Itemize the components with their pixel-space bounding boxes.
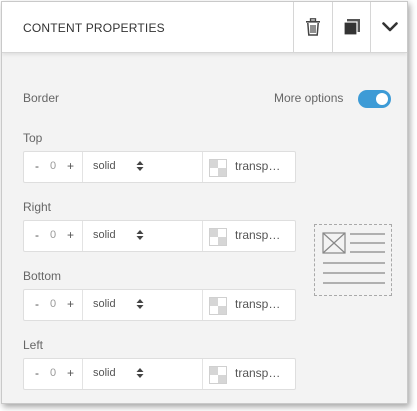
border-style-select[interactable]: solid [83, 221, 203, 251]
border-color-value: transp… [235, 366, 281, 380]
side-label-top: Top [23, 131, 43, 145]
sort-caret-icon [136, 161, 144, 171]
border-row-left: - 0 + solid transp… [23, 358, 296, 390]
panel-header: CONTENT PROPERTIES [2, 2, 407, 53]
border-style-select[interactable]: solid [83, 290, 203, 320]
duplicate-button[interactable] [332, 2, 371, 52]
decrement-button[interactable]: - [35, 228, 39, 242]
transparent-swatch-icon [209, 297, 227, 315]
border-color-picker[interactable]: transp… [203, 359, 295, 389]
border-width-stepper: - 0 + [24, 290, 83, 320]
increment-button[interactable]: + [67, 159, 74, 173]
decrement-button[interactable]: - [35, 366, 39, 380]
border-style-select[interactable]: solid [83, 152, 203, 182]
border-color-picker[interactable]: transp… [203, 221, 295, 251]
border-color-picker[interactable]: transp… [203, 290, 295, 320]
toggle-knob [376, 93, 388, 105]
collapse-button[interactable] [370, 2, 407, 52]
border-width-value[interactable]: 0 [50, 160, 56, 172]
border-width-stepper: - 0 + [24, 359, 83, 389]
transparent-swatch-icon [209, 228, 227, 246]
panel-title: CONTENT PROPERTIES [23, 21, 165, 35]
border-width-value[interactable]: 0 [50, 367, 56, 379]
border-style-select[interactable]: solid [83, 359, 203, 389]
border-width-value[interactable]: 0 [50, 298, 56, 310]
border-color-value: transp… [235, 228, 281, 242]
border-row-bottom: - 0 + solid transp… [23, 289, 296, 321]
sort-caret-icon [136, 368, 144, 378]
border-style-value: solid [93, 229, 116, 241]
increment-button[interactable]: + [67, 228, 74, 242]
transparent-swatch-icon [209, 366, 227, 384]
side-label-right: Right [23, 200, 52, 214]
border-row-right: - 0 + solid transp… [23, 220, 296, 252]
border-width-stepper: - 0 + [24, 221, 83, 251]
delete-button[interactable] [293, 2, 332, 52]
border-style-value: solid [93, 298, 116, 310]
sort-caret-icon [136, 230, 144, 240]
border-color-picker[interactable]: transp… [203, 152, 295, 182]
border-width-value[interactable]: 0 [50, 229, 56, 241]
content-properties-panel: CONTENT PROPERTIES Border More options T… [1, 1, 408, 404]
border-style-value: solid [93, 160, 116, 172]
border-width-stepper: - 0 + [24, 152, 83, 182]
more-options-toggle[interactable] [358, 90, 391, 108]
border-color-value: transp… [235, 159, 281, 173]
side-label-left: Left [23, 338, 44, 352]
increment-button[interactable]: + [67, 297, 74, 311]
more-options-label: More options [274, 91, 344, 105]
chevron-down-icon [382, 22, 398, 32]
sort-caret-icon [136, 299, 144, 309]
content-block-icon [322, 232, 385, 284]
decrement-button[interactable]: - [35, 297, 39, 311]
duplicate-icon [343, 19, 360, 36]
side-label-bottom: Bottom [23, 269, 62, 283]
decrement-button[interactable]: - [35, 159, 39, 173]
border-color-value: transp… [235, 297, 281, 311]
trash-icon [306, 18, 320, 36]
border-section-label: Border [23, 91, 60, 105]
border-style-value: solid [93, 367, 116, 379]
increment-button[interactable]: + [67, 366, 74, 380]
border-row-top: - 0 + solid transp… [23, 151, 296, 183]
border-preview [314, 224, 392, 296]
transparent-swatch-icon [209, 159, 227, 177]
